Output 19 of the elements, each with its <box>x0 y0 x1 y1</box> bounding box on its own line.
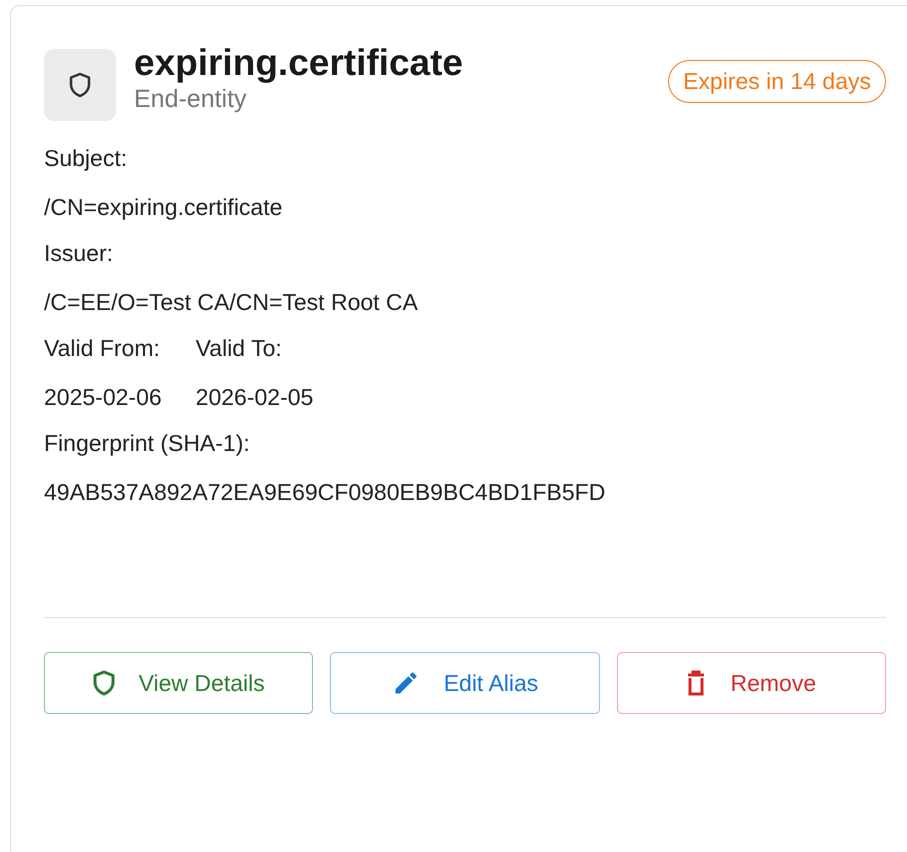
certificate-title: expiring.certificate <box>134 42 464 84</box>
field-value: /CN=expiring.certificate <box>44 194 284 220</box>
trash-icon <box>686 670 706 696</box>
field-label: Subject: <box>44 145 128 171</box>
field-label: Fingerprint (SHA-1): <box>44 430 251 456</box>
shield-icon <box>92 670 115 696</box>
field-value: 49AB537A892A72EA9E69CF0980EB9BC4BD1FB5FD <box>44 479 606 505</box>
view-button[interactable]: View Details <box>44 652 314 714</box>
field-value: 2025-02-06 <box>44 384 162 410</box>
expiry-badge: Expires in 14 days <box>668 60 886 103</box>
field-label: Valid From: <box>44 335 161 361</box>
field-value: 2026-02-05 <box>196 384 314 410</box>
shield-icon <box>69 72 91 98</box>
field-value: /C=EE/O=Test CA/CN=Test Root CA <box>44 289 419 315</box>
field-label: Valid To: <box>196 335 283 361</box>
remove-button[interactable]: Remove <box>616 652 886 714</box>
field-label: Issuer: <box>44 240 114 266</box>
edit-button[interactable]: Edit Alias <box>330 652 600 714</box>
certificate-type: End-entity <box>134 84 248 114</box>
